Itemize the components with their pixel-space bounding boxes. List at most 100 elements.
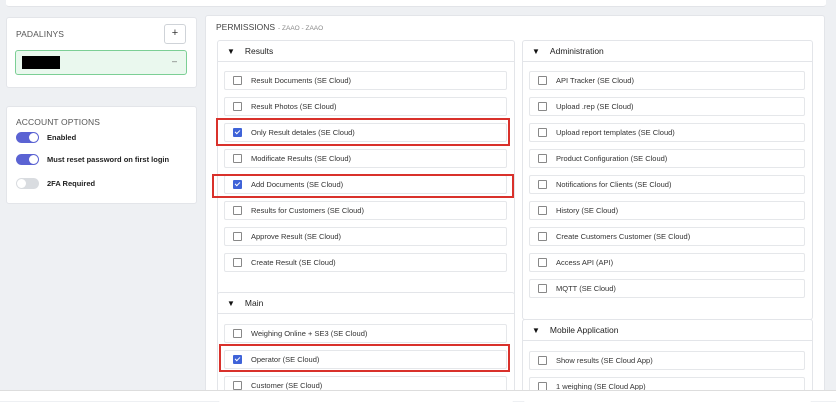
permission-item[interactable]: Result Photos (SE Cloud)	[224, 97, 507, 116]
group-results-header[interactable]: ▼ Results	[218, 41, 514, 62]
collapse-triangle-icon: ▼	[227, 298, 235, 308]
permission-label: Result Photos (SE Cloud)	[251, 102, 337, 111]
permission-label: Create Customers Customer (SE Cloud)	[556, 232, 691, 241]
checkbox[interactable]	[233, 206, 242, 215]
permission-item[interactable]: Results for Customers (SE Cloud)	[224, 201, 507, 220]
permission-item[interactable]: Notifications for Clients (SE Cloud)	[529, 175, 805, 194]
bottom-strip	[0, 390, 836, 401]
permission-label: Product Configuration (SE Cloud)	[556, 154, 668, 163]
permission-item[interactable]: Modificate Results (SE Cloud)	[224, 149, 507, 168]
permission-label: Access API (API)	[556, 258, 614, 267]
checkbox[interactable]	[233, 128, 242, 137]
group-main: ▼ Main Weighing Online + SE3 (SE Cloud) …	[217, 292, 515, 402]
permission-label: Create Result (SE Cloud)	[251, 258, 336, 267]
permission-item[interactable]: Create Customers Customer (SE Cloud)	[529, 227, 805, 246]
group-main-header[interactable]: ▼ Main	[218, 293, 514, 314]
collapse-triangle-icon: ▼	[532, 46, 540, 56]
collapse-triangle-icon: ▼	[532, 325, 540, 335]
group-title: Administration	[549, 46, 604, 56]
add-padalinys-button[interactable]: +	[164, 24, 186, 44]
reset-password-toggle[interactable]	[16, 153, 39, 165]
checkbox[interactable]	[538, 102, 547, 111]
enabled-toggle[interactable]	[16, 131, 39, 143]
checkbox[interactable]	[538, 128, 547, 137]
2fa-toggle[interactable]	[16, 177, 39, 189]
toggle-label: Must reset password on first login	[47, 154, 170, 164]
toggle-row-enabled: Enabled	[16, 130, 76, 144]
checkbox[interactable]	[538, 180, 547, 189]
permission-label: Approve Result (SE Cloud)	[251, 232, 342, 241]
checkbox[interactable]	[233, 102, 242, 111]
permission-item[interactable]: Upload report templates (SE Cloud)	[529, 123, 805, 142]
group-mobile-header[interactable]: ▼ Mobile Application	[523, 320, 812, 341]
permission-label: Upload .rep (SE Cloud)	[556, 102, 634, 111]
checkbox[interactable]	[233, 355, 242, 364]
permission-item[interactable]: History (SE Cloud)	[529, 201, 805, 220]
permission-label: Add Documents (SE Cloud)	[251, 180, 344, 189]
checkbox[interactable]	[538, 76, 547, 85]
permission-item[interactable]: Product Configuration (SE Cloud)	[529, 149, 805, 168]
permission-item[interactable]: Operator (SE Cloud)	[224, 350, 507, 369]
checkbox[interactable]	[538, 258, 547, 267]
select-indicator: –	[171, 56, 177, 66]
account-options-card: ACCOUNT OPTIONS Enabled Must reset passw…	[6, 106, 197, 204]
padalinys-title: PADALINYS	[16, 29, 64, 39]
checkbox[interactable]	[233, 258, 242, 267]
checkbox[interactable]	[538, 284, 547, 293]
permission-item[interactable]: Result Documents (SE Cloud)	[224, 71, 507, 90]
toggle-row-reset-password: Must reset password on first login	[16, 152, 169, 166]
permission-item[interactable]: Approve Result (SE Cloud)	[224, 227, 507, 246]
permission-label: MQTT (SE Cloud)	[556, 284, 616, 293]
permission-label: Result Documents (SE Cloud)	[251, 76, 352, 85]
group-administration-header[interactable]: ▼ Administration	[523, 41, 812, 62]
padalinys-card: PADALINYS + –	[6, 17, 197, 88]
permission-item[interactable]: API Tracker (SE Cloud)	[529, 71, 805, 90]
group-title: Mobile Application	[549, 325, 619, 335]
group-title: Main	[244, 298, 264, 308]
toggle-label: Enabled	[47, 132, 77, 142]
permission-item[interactable]: Access API (API)	[529, 253, 805, 272]
checkbox[interactable]	[538, 356, 547, 365]
group-administration: ▼ Administration API Tracker (SE Cloud) …	[522, 40, 813, 320]
permission-item[interactable]: Only Result detales (SE Cloud)	[224, 123, 507, 142]
toggle-row-2fa: 2FA Required	[16, 176, 95, 190]
permission-label: Operator (SE Cloud)	[251, 355, 320, 364]
checkbox[interactable]	[538, 206, 547, 215]
checkbox[interactable]	[538, 232, 547, 241]
account-options-title: ACCOUNT OPTIONS	[16, 117, 100, 127]
permissions-subtitle: - ZAAO - ZAAO	[278, 25, 324, 32]
permission-label: Weighing Online + SE3 (SE Cloud)	[251, 329, 368, 338]
checkbox[interactable]	[538, 154, 547, 163]
permissions-card: PERMISSIONS - ZAAO - ZAAO ▼ Results Resul…	[205, 15, 825, 402]
top-bar	[6, 0, 826, 7]
permission-label: Customer (SE Cloud)	[251, 381, 323, 390]
checkbox[interactable]	[233, 329, 242, 338]
collapse-triangle-icon: ▼	[227, 46, 235, 56]
permission-label: Notifications for Clients (SE Cloud)	[556, 180, 672, 189]
permission-item[interactable]: Add Documents (SE Cloud)	[224, 175, 507, 194]
permission-label: Upload report templates (SE Cloud)	[556, 128, 675, 137]
permission-item[interactable]: Weighing Online + SE3 (SE Cloud)	[224, 324, 507, 343]
checkbox[interactable]	[233, 76, 242, 85]
permission-item[interactable]: Create Result (SE Cloud)	[224, 253, 507, 272]
toggle-label: 2FA Required	[47, 178, 96, 188]
permission-label: Only Result detales (SE Cloud)	[251, 128, 355, 137]
permission-label: Show results (SE Cloud App)	[556, 356, 653, 365]
redacted-value	[22, 56, 60, 69]
permission-label: Results for Customers (SE Cloud)	[251, 206, 364, 215]
permission-item[interactable]: MQTT (SE Cloud)	[529, 279, 805, 298]
permission-label: History (SE Cloud)	[556, 206, 619, 215]
checkbox[interactable]	[233, 154, 242, 163]
checkbox[interactable]	[233, 232, 242, 241]
checkbox[interactable]	[233, 180, 242, 189]
padalinys-select[interactable]: –	[15, 50, 187, 75]
group-title: Results	[244, 46, 274, 56]
group-results: ▼ Results Result Documents (SE Cloud) Re…	[217, 40, 515, 296]
permission-item[interactable]: Upload .rep (SE Cloud)	[529, 97, 805, 116]
permissions-title: PERMISSIONS	[216, 22, 276, 32]
permissions-header: PERMISSIONS - ZAAO - ZAAO	[216, 22, 323, 32]
checkbox[interactable]	[233, 381, 242, 390]
permission-label: Modificate Results (SE Cloud)	[251, 154, 352, 163]
permission-label: API Tracker (SE Cloud)	[556, 76, 634, 85]
permission-item[interactable]: Show results (SE Cloud App)	[529, 351, 805, 370]
